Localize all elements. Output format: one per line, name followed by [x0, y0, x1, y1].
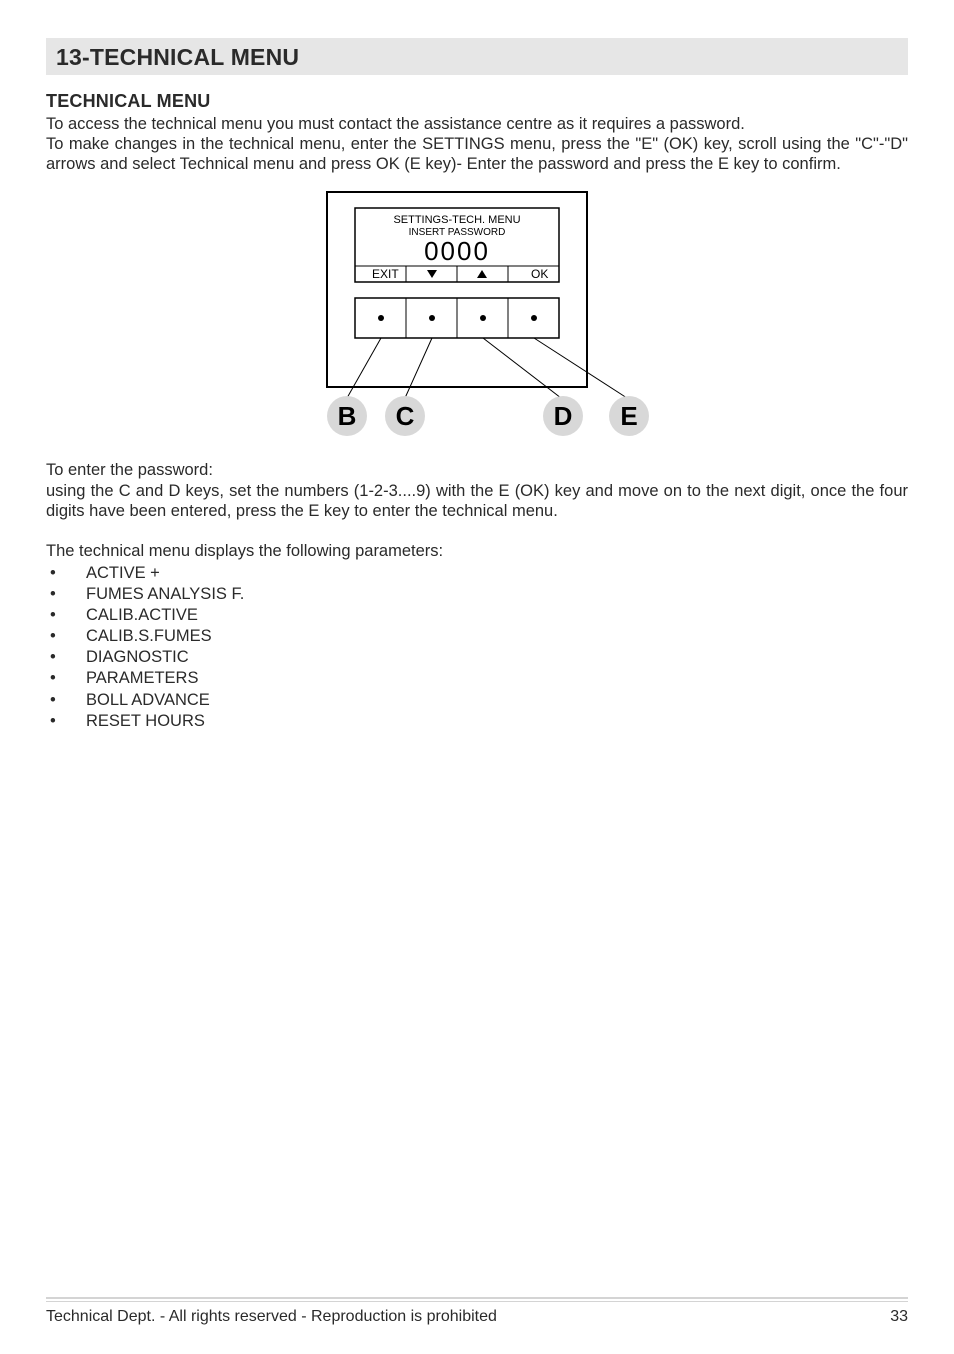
softkey-ok: OK — [531, 267, 548, 281]
enter-password-heading: To enter the password: — [46, 460, 908, 480]
list-item: •ACTIVE + — [46, 563, 908, 584]
bullet-icon: • — [46, 605, 86, 626]
list-item: •PARAMETERS — [46, 668, 908, 689]
footer-rule — [46, 1301, 908, 1302]
list-item: •CALIB.S.FUMES — [46, 626, 908, 647]
page-number: 33 — [890, 1308, 908, 1326]
parameter-list: •ACTIVE + •FUMES ANALYSIS F. •CALIB.ACTI… — [46, 563, 908, 732]
label-e: E — [620, 401, 637, 431]
list-item-label: CALIB.S.FUMES — [86, 626, 212, 647]
label-d: D — [554, 401, 573, 431]
bullet-icon: • — [46, 563, 86, 584]
bullet-icon: • — [46, 690, 86, 711]
list-item-label: ACTIVE + — [86, 563, 160, 584]
list-item: •CALIB.ACTIVE — [46, 605, 908, 626]
section-title: 13-TECHNICAL MENU — [56, 44, 898, 71]
button-d-dot — [480, 315, 486, 321]
list-item: •RESET HOURS — [46, 711, 908, 732]
list-item-label: RESET HOURS — [86, 711, 205, 732]
list-item: •DIAGNOSTIC — [46, 647, 908, 668]
button-c-dot — [429, 315, 435, 321]
enter-password-body: using the C and D keys, set the numbers … — [46, 481, 908, 521]
bullet-icon: • — [46, 584, 86, 605]
bullet-icon: • — [46, 711, 86, 732]
button-b-dot — [378, 315, 384, 321]
bullet-icon: • — [46, 626, 86, 647]
button-e-dot — [531, 315, 537, 321]
list-item-label: CALIB.ACTIVE — [86, 605, 198, 626]
label-b: B — [338, 401, 357, 431]
device-diagram: SETTINGS-TECH. MENU INSERT PASSWORD 0000… — [46, 188, 908, 448]
screen-title: SETTINGS-TECH. MENU — [393, 214, 520, 226]
list-item: •FUMES ANALYSIS F. — [46, 584, 908, 605]
softkey-exit: EXIT — [372, 267, 399, 281]
list-intro: The technical menu displays the followin… — [46, 541, 908, 561]
subheading: TECHNICAL MENU — [46, 91, 908, 112]
intro-line-1: To access the technical menu you must co… — [46, 114, 908, 134]
footer-left-text: Technical Dept. - All rights reserved - … — [46, 1308, 497, 1326]
bullet-icon: • — [46, 668, 86, 689]
list-item-label: BOLL ADVANCE — [86, 690, 210, 711]
section-header: 13-TECHNICAL MENU — [46, 38, 908, 75]
list-item: •BOLL ADVANCE — [46, 690, 908, 711]
intro-line-2: To make changes in the technical menu, e… — [46, 134, 908, 174]
page-footer: Technical Dept. - All rights reserved - … — [46, 1297, 908, 1326]
screen-value: 0000 — [424, 236, 490, 266]
list-item-label: PARAMETERS — [86, 668, 198, 689]
footer-rule — [46, 1297, 908, 1299]
bullet-icon: • — [46, 647, 86, 668]
list-item-label: DIAGNOSTIC — [86, 647, 189, 668]
label-c: C — [396, 401, 415, 431]
list-item-label: FUMES ANALYSIS F. — [86, 584, 244, 605]
